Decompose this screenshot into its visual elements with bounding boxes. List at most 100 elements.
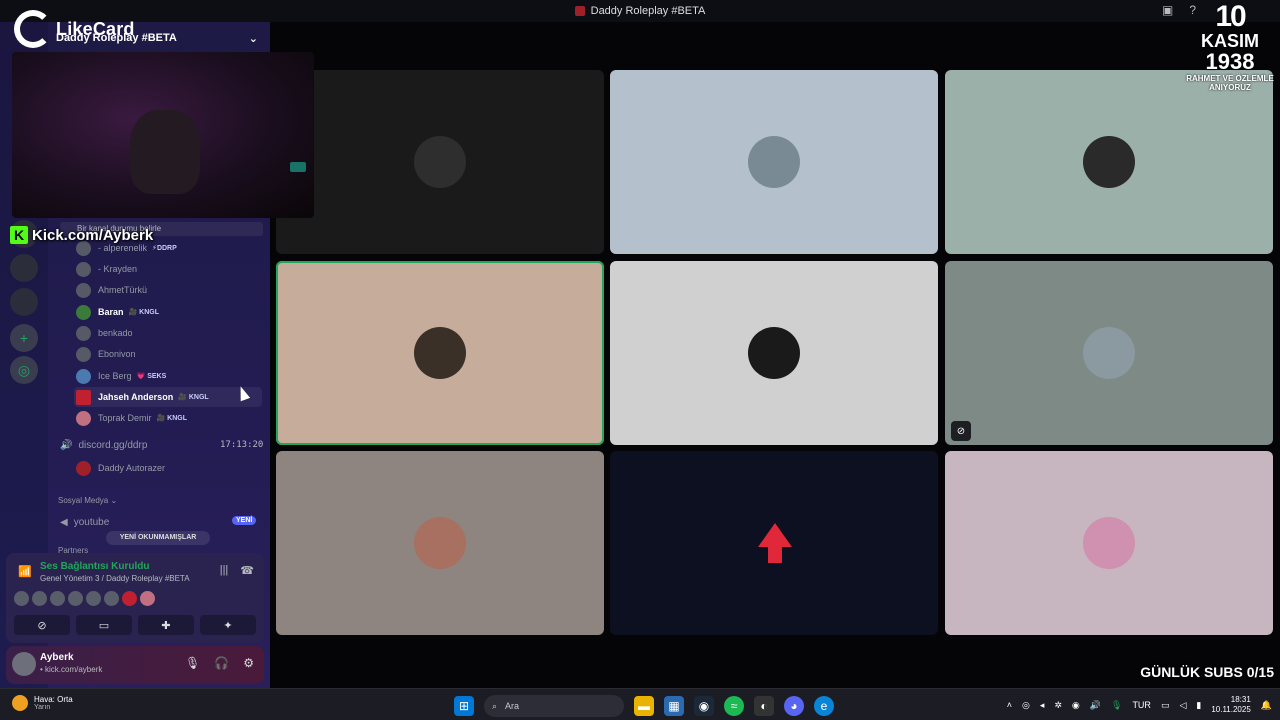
avatar[interactable]	[32, 591, 47, 606]
language-indicator[interactable]: TUR	[1132, 700, 1151, 710]
noise-suppression-icon[interactable]: |||	[220, 564, 229, 577]
member-item[interactable]: - Krayden	[76, 259, 137, 279]
server-item[interactable]	[10, 254, 38, 282]
video-tile[interactable]	[276, 261, 604, 445]
memorial-line1: RAHMET VE ÖZLEMLE	[1186, 74, 1274, 83]
photos-icon[interactable]: ▦	[664, 696, 684, 716]
voice-channel[interactable]: 🔊 discord.gg/ddrp	[60, 436, 147, 454]
add-server-icon[interactable]: +	[10, 324, 38, 352]
weather-icon	[12, 695, 28, 711]
member-name: benkado	[98, 328, 133, 338]
signal-icon[interactable]: 📶	[18, 565, 32, 578]
member-item[interactable]: Baran 🎥 KNGL	[76, 302, 159, 322]
title-bar: Daddy Roleplay #BETA ▣ ?	[0, 0, 1280, 22]
chevron-up-icon[interactable]: ˄	[1007, 700, 1012, 710]
edge-icon[interactable]: e	[814, 696, 834, 716]
volume-icon[interactable]: 🔊	[1090, 700, 1101, 711]
voice-status-title[interactable]: Ses Bağlantısı Kuruldu	[40, 561, 149, 572]
user-name[interactable]: Ayberk	[40, 652, 74, 663]
user-panel: Ayberk • kick.com/ayberk 🎙 🎧 ⚙	[6, 646, 264, 684]
participant-avatar	[414, 517, 466, 569]
server-folder[interactable]	[10, 288, 38, 316]
battery-icon[interactable]: ▮	[1196, 700, 1201, 711]
weather-widget[interactable]: Hava: Orta Yarın	[12, 695, 73, 711]
member-name: Baran	[98, 307, 124, 317]
participant-avatar	[758, 523, 792, 547]
avatar[interactable]	[122, 591, 137, 606]
member-name: Ebonivon	[98, 349, 136, 359]
microphone-tray-icon[interactable]: 🎙	[1111, 700, 1122, 711]
screen-share-icon[interactable]: ▣	[1162, 3, 1173, 17]
spotify-icon[interactable]: ≈	[724, 696, 744, 716]
voice-connection-panel: 📶 Ses Bağlantısı Kuruldu Genel Yönetim 3…	[6, 553, 264, 643]
voice-participants	[14, 591, 155, 606]
member-item[interactable]: AhmetTürkü	[76, 280, 147, 300]
member-item[interactable]: Daddy Autorazer	[76, 458, 165, 478]
avatar	[76, 410, 91, 426]
member-name: - alperenelik	[98, 243, 148, 253]
tray-app-icon[interactable]: ◂	[1040, 700, 1045, 711]
camera-off-button[interactable]: ⊘	[14, 615, 70, 635]
member-item[interactable]: Ice Berg 💗 SEKS	[76, 366, 166, 386]
member-item[interactable]: Jahseh Anderson 🎥 KNGL	[76, 387, 209, 407]
system-tray: ˄ ◎ ◂ ✲ ◉ 🔊 🎙 TUR ▭ ◁ ▮ 18:31 10.11.2025…	[1007, 695, 1272, 715]
steam-icon[interactable]: ◉	[694, 696, 714, 716]
participant-avatar	[1083, 327, 1135, 379]
channel-timer: 17:13:20	[220, 440, 264, 450]
steam-tray-icon[interactable]: ◉	[1072, 700, 1080, 711]
avatar[interactable]	[50, 591, 65, 606]
user-avatar[interactable]	[12, 652, 36, 676]
avatar	[76, 261, 91, 277]
participant-avatar	[1083, 517, 1135, 569]
avatar[interactable]	[140, 591, 155, 606]
member-item[interactable]: Toprak Demir 🎥 KNGL	[76, 408, 187, 428]
member-name: Ice Berg	[98, 371, 132, 381]
server-icon	[574, 6, 585, 16]
avatar[interactable]	[14, 591, 29, 606]
video-tile[interactable]	[945, 451, 1273, 635]
category-header[interactable]: Sosyal Medya ⌄	[58, 496, 117, 505]
speaker-icon[interactable]: ◁	[1179, 700, 1186, 711]
weather-sub: Yarın	[34, 704, 51, 711]
voice-status-subtitle[interactable]: Genel Yönetim 3 / Daddy Roleplay #BETA	[40, 574, 190, 583]
text-channel[interactable]: ◀ youtube	[60, 513, 109, 531]
soundboard-button[interactable]: ✦	[200, 615, 256, 635]
avatar	[76, 304, 91, 320]
app-icon[interactable]: ◐	[754, 696, 774, 716]
screen-share-button[interactable]: ▭	[76, 615, 132, 635]
start-windows-icon[interactable]: ⊞	[454, 696, 474, 716]
notification-bell-icon[interactable]: 🔔	[1261, 700, 1272, 711]
taskbar-clock[interactable]: 18:31 10.11.2025	[1211, 695, 1250, 715]
video-tile[interactable]	[610, 451, 938, 635]
discord-icon[interactable]: ◕	[784, 696, 804, 716]
network-icon[interactable]: ▭	[1161, 700, 1170, 711]
disconnect-icon[interactable]: ☎	[240, 564, 254, 577]
video-tile[interactable]	[945, 70, 1273, 254]
member-item[interactable]: benkado	[76, 323, 133, 343]
kick-url: Kick.com/Ayberk	[32, 226, 154, 244]
settings-gear-icon[interactable]: ⚙	[243, 656, 254, 670]
avatar[interactable]	[104, 591, 119, 606]
participant-avatar	[1083, 136, 1135, 188]
weather-title: Hava: Orta	[34, 695, 73, 704]
video-tile[interactable]: ⊘	[945, 261, 1273, 445]
explore-servers-icon[interactable]: ◎	[10, 356, 38, 384]
activities-button[interactable]: ✚	[138, 615, 194, 635]
avatar[interactable]	[68, 591, 83, 606]
search-icon: ⌕	[492, 700, 498, 711]
video-tile[interactable]	[610, 261, 938, 445]
headphones-icon[interactable]: 🎧	[214, 656, 229, 670]
member-tag: 🎥 KNGL	[128, 309, 160, 316]
video-tile[interactable]	[276, 70, 604, 254]
avatar[interactable]	[86, 591, 101, 606]
taskbar-search[interactable]: ⌕ Ara	[484, 695, 624, 717]
video-tile[interactable]	[276, 451, 604, 635]
unread-jump-button[interactable]: YENİ OKUNMAMIŞLAR	[106, 531, 210, 545]
member-item[interactable]: Ebonivon	[76, 344, 136, 364]
tray-app-icon[interactable]: ✲	[1054, 700, 1062, 711]
video-tile[interactable]	[610, 70, 938, 254]
tray-app-icon[interactable]: ◎	[1022, 700, 1030, 711]
file-explorer-icon[interactable]: ▬	[634, 696, 654, 716]
microphone-icon[interactable]: 🎙	[185, 656, 200, 670]
memorial-day: 10	[1215, 0, 1246, 33]
